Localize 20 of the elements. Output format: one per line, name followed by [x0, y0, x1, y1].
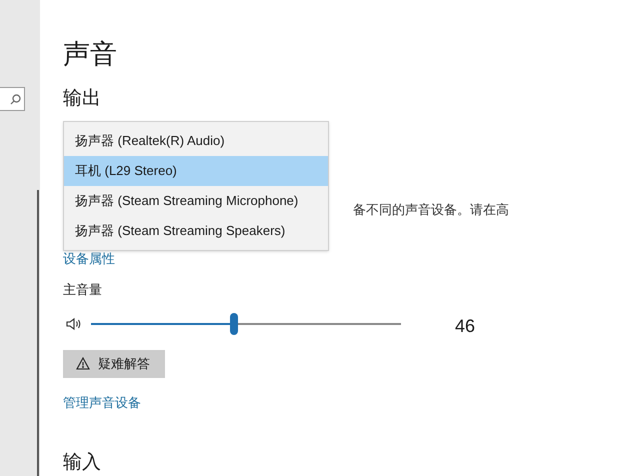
troubleshoot-button[interactable]: 疑难解答: [63, 350, 165, 378]
section-heading: 输出: [63, 87, 102, 111]
section-heading: 输入: [63, 451, 102, 475]
dropdown-option[interactable]: 扬声器 (Steam Streaming Speakers): [64, 216, 328, 246]
volume-label: 主音量: [63, 280, 102, 299]
dropdown-option[interactable]: 扬声器 (Realtek(R) Audio): [64, 126, 328, 156]
volume-value: 46: [455, 315, 476, 338]
volume-slider[interactable]: [91, 312, 401, 336]
warning-icon: [76, 357, 90, 370]
dropdown-option[interactable]: 扬声器 (Steam Streaming Microphone): [64, 186, 328, 216]
speaker-icon[interactable]: [66, 316, 82, 331]
search-icon: [10, 94, 21, 104]
scrollbar[interactable]: [37, 190, 39, 476]
search-field[interactable]: [0, 87, 25, 111]
device-properties-link[interactable]: 设备属性: [63, 250, 115, 268]
manage-devices-link[interactable]: 管理声音设备: [63, 394, 141, 412]
dropdown-option[interactable]: 耳机 (L29 Stereo): [64, 156, 328, 186]
slider-thumb[interactable]: [230, 312, 238, 335]
page-title: 声音: [63, 38, 118, 71]
description-text: 备不同的声音设备。请在高: [353, 201, 510, 219]
